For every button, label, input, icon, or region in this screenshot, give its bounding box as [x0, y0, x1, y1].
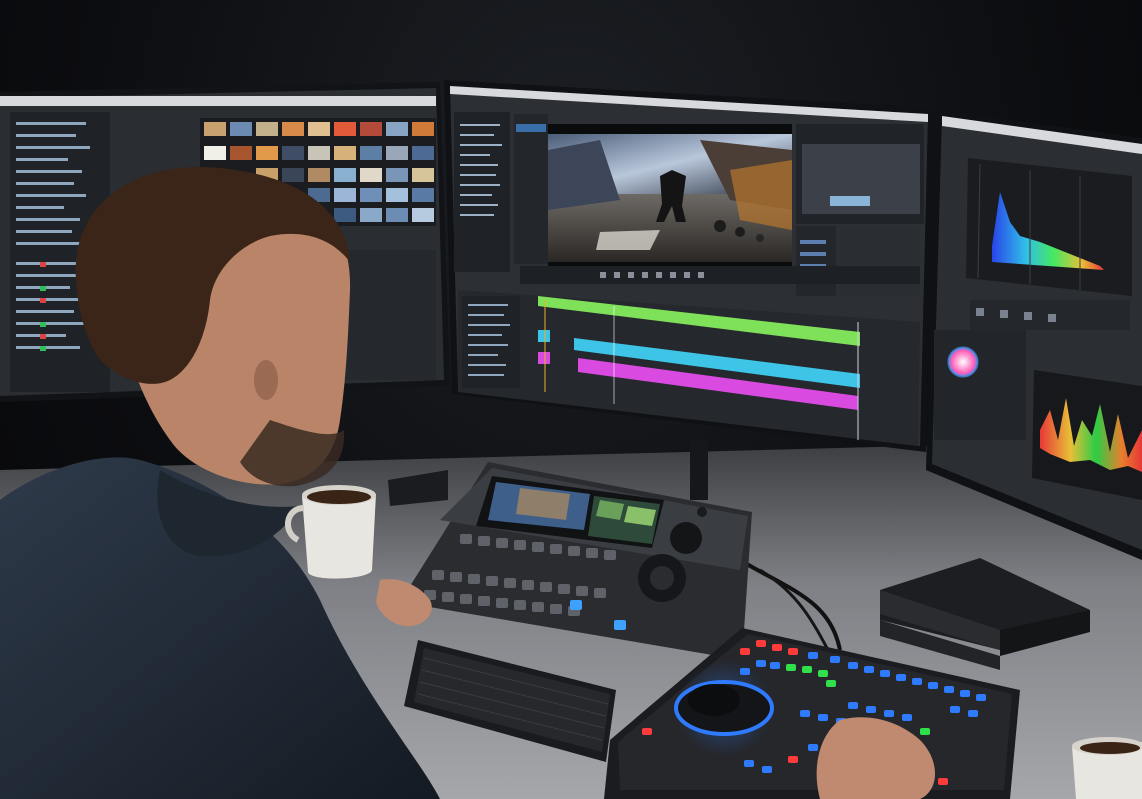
histogram-scope	[966, 158, 1132, 296]
jog-knob-small	[670, 522, 702, 554]
workstation-scene	[0, 80, 1142, 799]
center-monitor	[444, 80, 934, 452]
center-monitor-stand	[690, 440, 708, 500]
color-wheel	[934, 330, 1026, 440]
audio-waveform	[1032, 370, 1142, 500]
coffee-mug-small	[1072, 737, 1142, 799]
video-preview	[548, 124, 792, 284]
